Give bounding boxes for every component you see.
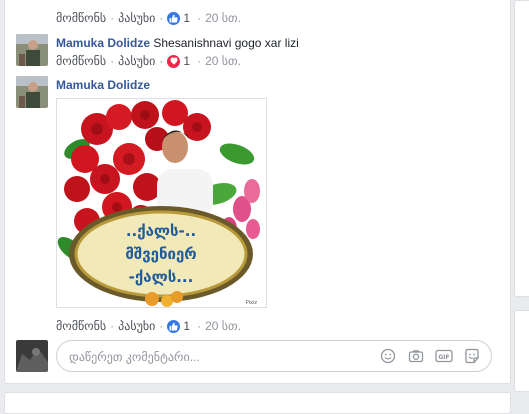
reply-link[interactable]: პასუხი: [118, 319, 155, 333]
like-reaction-icon[interactable]: [167, 319, 181, 333]
comment-input-box[interactable]: GIF: [56, 340, 492, 372]
reaction-count: 1: [183, 54, 191, 68]
reaction-count: 1: [183, 319, 191, 333]
gif-icon[interactable]: GIF: [435, 347, 453, 365]
comment-author[interactable]: Mamuka Dolidze: [56, 36, 150, 50]
comment-body: Mamuka Dolidze Shesanishnavi gogo xar li…: [56, 36, 299, 50]
avatar[interactable]: [16, 76, 48, 108]
comment-author[interactable]: Mamuka Dolidze: [56, 78, 150, 92]
reply-link[interactable]: პასუხი: [118, 54, 155, 68]
comment-text: Shesanishnavi gogo xar lizi: [153, 36, 299, 50]
avatar[interactable]: [16, 34, 48, 66]
reply-link[interactable]: პასუხი: [118, 11, 155, 25]
comment-body: Mamuka Dolidze: [56, 78, 150, 92]
comment-meta: მომწონს · პასუხი · 1 · 20 სთ.: [56, 54, 241, 68]
emoji-icon[interactable]: [379, 347, 397, 365]
like-reaction-icon[interactable]: [167, 11, 181, 25]
image-caption-line: ..ქალს-..: [126, 222, 196, 240]
image-watermark: Pixiz: [246, 300, 258, 306]
comment-composer: GIF: [16, 340, 492, 372]
image-caption-line: მშვენიერ: [125, 245, 196, 263]
love-reaction-icon[interactable]: [167, 54, 181, 68]
comment-meta: მომწონს · პასუხი · 1 · 20 სთ.: [56, 11, 241, 25]
like-link[interactable]: მომწონს: [56, 54, 106, 68]
right-column-panel: [514, 0, 529, 297]
image-caption-line: -ქალს...: [129, 268, 194, 286]
reaction-count: 1: [183, 11, 191, 25]
comment-time[interactable]: 20 სთ.: [205, 11, 241, 25]
right-column-panel-2: [514, 310, 529, 392]
sticker-icon[interactable]: [463, 347, 481, 365]
viewer-avatar[interactable]: [16, 340, 48, 372]
svg-text:GIF: GIF: [438, 354, 449, 361]
like-link[interactable]: მომწონს: [56, 319, 106, 333]
like-link[interactable]: მომწონს: [56, 11, 106, 25]
next-post-card: [4, 392, 511, 414]
comment-time[interactable]: 20 სთ.: [205, 319, 241, 333]
comment-time[interactable]: 20 სთ.: [205, 54, 241, 68]
comment-image[interactable]: ..ქალს-.. მშვენიერ -ქალს... Pixiz: [56, 98, 267, 308]
comment-meta: მომწონს · პასუხი · 1 · 20 სთ.: [56, 319, 241, 333]
comment-input[interactable]: [67, 347, 371, 367]
camera-icon[interactable]: [407, 347, 425, 365]
